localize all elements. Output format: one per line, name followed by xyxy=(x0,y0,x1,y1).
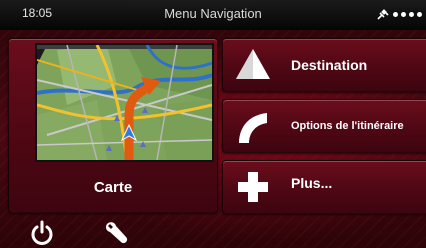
power-icon[interactable] xyxy=(29,220,55,246)
map-button[interactable]: Carte xyxy=(8,38,218,213)
plus-icon xyxy=(238,172,268,202)
status-icons xyxy=(376,5,422,23)
map-preview-image xyxy=(37,45,212,160)
signal-dot-icon xyxy=(409,11,414,17)
map-preview xyxy=(35,43,214,162)
wrench-icon[interactable] xyxy=(103,220,129,246)
route-options-button[interactable]: Options de l'itinéraire xyxy=(222,99,426,153)
destination-label: Destination xyxy=(291,57,368,73)
satellite-icon xyxy=(377,9,389,20)
signal-dot-icon xyxy=(393,11,398,17)
route-curve-icon xyxy=(239,113,267,143)
map-label: Carte xyxy=(93,179,133,196)
status-bar: 18:05 Menu Navigation xyxy=(0,0,426,30)
more-label: Plus... xyxy=(291,175,333,191)
route-options-label: Options de l'itinéraire xyxy=(291,120,404,132)
destination-arrow-icon xyxy=(236,49,270,79)
page-title: Menu Navigation xyxy=(164,6,262,21)
destination-button[interactable]: Destination xyxy=(222,38,426,92)
signal-dot-icon xyxy=(417,11,422,17)
signal-dot-icon xyxy=(401,11,406,17)
more-button[interactable]: Plus... xyxy=(222,160,426,214)
